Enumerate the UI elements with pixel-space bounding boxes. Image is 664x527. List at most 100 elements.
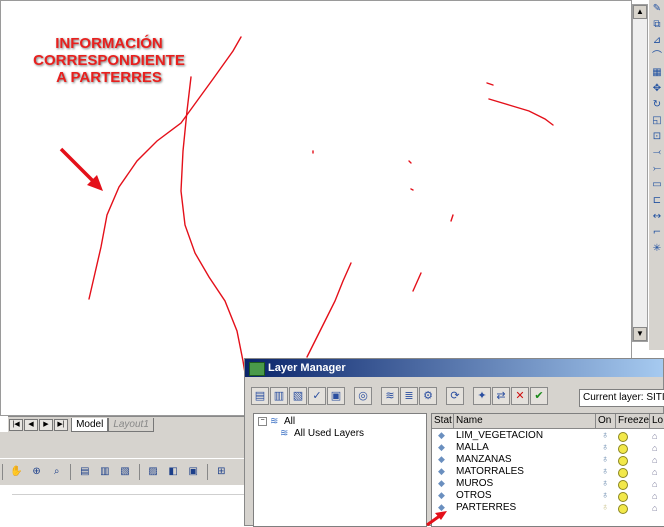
next-tab-button[interactable]: ▶	[39, 419, 53, 431]
column-name[interactable]: Name	[454, 414, 596, 428]
chamfer-icon[interactable]: ↔	[650, 210, 664, 224]
scroll-up-button[interactable]: ▲	[633, 5, 647, 19]
column-status[interactable]: Stat	[432, 414, 454, 428]
fillet-icon[interactable]: ⌐	[650, 226, 664, 240]
parterre-line	[450, 214, 454, 222]
new-property-icon[interactable]: ✦	[473, 387, 491, 405]
filter-icon[interactable]: ◎	[354, 387, 372, 405]
lock-icon[interactable]: ⌂	[652, 490, 662, 502]
layer-row[interactable]: ◆ MANZANAS ♁ ⌂	[432, 454, 664, 466]
new-group-filter-icon[interactable]: ≋	[381, 387, 399, 405]
command-line-area[interactable]	[0, 432, 244, 458]
properties-icon[interactable]: ▤	[77, 464, 92, 479]
explode-icon[interactable]: ✳	[650, 242, 664, 256]
drawing-canvas[interactable]: INFORMACIÓN CORRESPONDIENTE A PARTERRES	[0, 0, 632, 416]
join-icon[interactable]: ⊏	[650, 194, 664, 208]
trim-icon[interactable]: ⤙	[650, 146, 664, 160]
layer-row[interactable]: ◆ MALLA ♁ ⌂	[432, 442, 664, 454]
layer-row[interactable]: ◆ MATORRALES ♁ ⌂	[432, 466, 664, 478]
last-tab-button[interactable]: ▶|	[54, 419, 68, 431]
lock-icon[interactable]: ⌂	[652, 466, 662, 478]
copy-icon[interactable]: ⧉	[650, 18, 664, 32]
tree-node-all[interactable]: − ≋ All	[258, 416, 295, 428]
zoom-icon[interactable]: ⊕	[29, 464, 44, 479]
layers-filter-icon: ≋	[280, 427, 289, 439]
break-icon[interactable]: ▭	[650, 178, 664, 192]
refresh-icon[interactable]: ⟳	[446, 387, 464, 405]
annotation-arrow	[59, 147, 103, 191]
toolbar-separator	[138, 464, 140, 480]
layer-status-icon: ◆	[438, 479, 445, 489]
layer-status-icon: ◆	[438, 491, 445, 501]
settings-icon[interactable]: ⚙	[419, 387, 437, 405]
sun-icon[interactable]	[618, 504, 628, 514]
column-lock[interactable]: Lo	[650, 414, 664, 428]
tool-palette-icon[interactable]: ▧	[117, 464, 132, 479]
delete-icon[interactable]: ✕	[511, 387, 529, 405]
save-icon[interactable]: ▣	[327, 387, 345, 405]
delete-layer-icon[interactable]: ▧	[289, 387, 307, 405]
lock-icon[interactable]: ⌂	[652, 502, 662, 514]
vertical-scrollbar[interactable]: ▲ ▼	[632, 4, 648, 342]
column-freeze[interactable]: Freeze	[616, 414, 650, 428]
offset-icon[interactable]: ⌒	[650, 50, 664, 64]
design-center-icon[interactable]: ▥	[97, 464, 112, 479]
set-current-icon[interactable]: ✓	[308, 387, 326, 405]
layer-row[interactable]: ◆ PARTERRES ♁ ⌂	[432, 502, 664, 514]
sun-icon[interactable]	[618, 468, 628, 478]
array-icon[interactable]: ▦	[650, 66, 664, 80]
sun-icon[interactable]	[618, 432, 628, 442]
apply-icon[interactable]: ✔	[530, 387, 548, 405]
lightbulb-icon[interactable]: ♁	[600, 466, 610, 478]
lock-icon[interactable]: ⌂	[652, 478, 662, 490]
standard-toolbar: ✋ ⊕ ⌕ ▤ ▥ ▧ ▨ ◧ ▣ ⊞	[0, 458, 244, 485]
new-vp-layer-icon[interactable]: ▥	[270, 387, 288, 405]
column-on[interactable]: On	[596, 414, 616, 428]
markup-icon[interactable]: ◧	[166, 464, 181, 479]
rotate-icon[interactable]: ↻	[650, 98, 664, 112]
extend-icon[interactable]: ⤚	[650, 162, 664, 176]
sun-icon[interactable]	[618, 456, 628, 466]
calculator-icon[interactable]: ▣	[186, 464, 201, 479]
layer-name: MANZANAS	[456, 454, 512, 465]
sun-icon[interactable]	[618, 444, 628, 454]
invert-icon[interactable]: ⇄	[492, 387, 510, 405]
sun-icon[interactable]	[618, 480, 628, 490]
layer-row[interactable]: ◆ MUROS ♁ ⌂	[432, 478, 664, 490]
toolbar-separator	[206, 464, 208, 480]
mirror-icon[interactable]: ⊿	[650, 34, 664, 48]
lock-icon[interactable]: ⌂	[652, 454, 662, 466]
pan-icon[interactable]: ✋	[9, 464, 24, 479]
first-tab-button[interactable]: |◀	[9, 419, 23, 431]
scale-icon[interactable]: ◱	[650, 114, 664, 128]
lightbulb-icon[interactable]: ♁	[600, 478, 610, 490]
tab-layout1[interactable]: Layout1	[108, 418, 154, 432]
layer-row[interactable]: ◆ LIM_VEGETACION ♁ ⌂	[432, 430, 664, 442]
lightbulb-icon[interactable]: ♁	[600, 454, 610, 466]
layer-status-icon: ◆	[438, 455, 445, 465]
tree-node-all-used-layers[interactable]: ≋ All Used Layers	[280, 428, 364, 440]
lock-icon[interactable]: ⌂	[652, 430, 662, 442]
collapse-icon[interactable]: −	[258, 416, 267, 426]
layer-manager-titlebar[interactable]: Layer Manager	[245, 359, 663, 377]
scroll-down-button[interactable]: ▼	[633, 327, 647, 341]
move-icon[interactable]: ✥	[650, 82, 664, 96]
lightbulb-icon[interactable]: ♁	[600, 490, 610, 502]
prev-tab-button[interactable]: ◀	[24, 419, 38, 431]
table-icon[interactable]: ⊞	[214, 464, 229, 479]
layer-row[interactable]: ◆ OTROS ♁ ⌂	[432, 490, 664, 502]
stretch-icon[interactable]: ⊡	[650, 130, 664, 144]
parterre-line	[408, 160, 412, 164]
erase-icon[interactable]: ✎	[650, 2, 664, 16]
sheet-set-icon[interactable]: ▨	[146, 464, 161, 479]
lock-icon[interactable]: ⌂	[652, 442, 662, 454]
sun-icon[interactable]	[618, 492, 628, 502]
lightbulb-icon[interactable]: ♁	[600, 430, 610, 442]
lightbulb-icon[interactable]: ♁	[600, 442, 610, 454]
layer-states-icon[interactable]: ≣	[400, 387, 418, 405]
new-layer-icon[interactable]: ▤	[251, 387, 269, 405]
zoom-window-icon[interactable]: ⌕	[49, 464, 64, 479]
tab-model[interactable]: Model	[71, 418, 109, 432]
lightbulb-off-icon[interactable]: ♁	[600, 502, 610, 514]
divider	[12, 494, 244, 495]
